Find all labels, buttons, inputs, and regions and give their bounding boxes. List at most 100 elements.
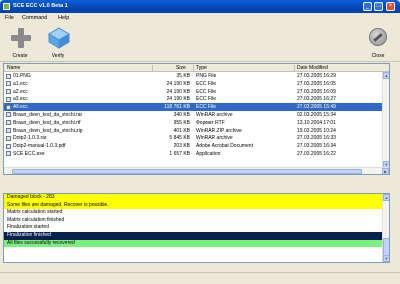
file-rows: 01.PNG 35 KB PNG File 27.03.2005 16:29 a1.ec… xyxy=(4,72,389,158)
file-type: Формат RTF xyxy=(196,119,225,126)
log-line: Damaged block - 283 xyxy=(4,194,389,202)
file-date: 27.03.2005 16:27 xyxy=(297,96,336,103)
file-type: ECC File xyxy=(196,96,217,103)
log-line: Matrix calculation finished xyxy=(4,216,389,225)
table-row[interactable]: Dotp2-manual-1.0.3.pdf 203 KB Adobe Acroba… xyxy=(4,142,389,150)
horizontal-scrollbar[interactable]: ▶ xyxy=(4,167,389,174)
file-size: 24 190 KB xyxy=(166,96,190,103)
file-name: Braun_dven_kod_da_vinchi.rar xyxy=(13,111,83,118)
column-divider[interactable] xyxy=(193,65,194,71)
file-type: ECC File xyxy=(196,104,217,111)
file-type: Adobe Acrobat Document xyxy=(196,143,253,150)
file-type: ECC File xyxy=(196,88,217,95)
close-window-button[interactable]: × xyxy=(386,2,395,11)
table-row[interactable]: Braun_dven_kod_da_vinchi.zip 401 KB WinRAR… xyxy=(4,127,389,135)
minimize-button[interactable]: _ xyxy=(363,2,372,11)
table-row[interactable]: SCE ECC.exe 1 657 KB Application 27.03.2005… xyxy=(4,150,389,158)
column-date[interactable]: Date Modified xyxy=(297,65,328,71)
scroll-thumb[interactable] xyxy=(383,238,389,256)
file-date: 27.03.2005 15:49 xyxy=(297,104,336,111)
menu-bar: File Command Help xyxy=(0,13,400,23)
file-icon xyxy=(6,151,11,157)
log-line: Some files are damaged. Recover is possi… xyxy=(4,201,389,210)
file-type: PNG File xyxy=(196,73,217,79)
menu-help[interactable]: Help xyxy=(58,15,69,21)
table-row[interactable]: Braun_dven_kod_da_vinchi.rar 340 KB WinRAR… xyxy=(4,111,389,119)
scroll-up-icon[interactable]: ▲ xyxy=(383,72,389,79)
vertical-scrollbar[interactable]: ▲ ▼ xyxy=(382,72,389,168)
scroll-down-icon[interactable]: ▼ xyxy=(383,255,389,262)
create-label: Create xyxy=(12,53,28,59)
file-name: Braun_dven_kod_da_vinchi.rtf xyxy=(13,119,81,126)
file-size: 118 761 KB xyxy=(164,104,190,111)
maximize-button[interactable]: □ xyxy=(374,2,383,11)
file-type: WinRAR archive xyxy=(196,135,233,142)
file-date: 27.03.2005 16:29 xyxy=(297,73,336,79)
column-divider[interactable] xyxy=(152,65,153,71)
verify-label: Verify xyxy=(51,53,65,59)
scroll-right-icon[interactable]: ▶ xyxy=(382,168,389,174)
file-name: All.ecc xyxy=(13,104,28,111)
file-size: 203 KB xyxy=(173,143,190,150)
file-icon xyxy=(6,128,11,134)
file-icon xyxy=(6,112,11,118)
file-date: 13.10.2004 17:01 xyxy=(297,119,336,126)
file-date: 19.03.2005 10:24 xyxy=(297,127,336,134)
file-icon xyxy=(6,96,11,102)
close-button[interactable]: Close xyxy=(364,25,392,60)
file-size: 401 KB xyxy=(173,127,190,134)
file-date: 27.03.2005 16:22 xyxy=(297,150,336,157)
column-type[interactable]: Type xyxy=(196,65,207,71)
file-size: 955 KB xyxy=(173,119,190,126)
file-name: SCE ECC.exe xyxy=(13,150,45,157)
file-name: 01.PNG xyxy=(13,73,31,79)
app-icon[interactable] xyxy=(3,3,10,10)
table-row[interactable]: Braun_dven_kod_da_vinchi.rtf 955 KB Формат… xyxy=(4,119,389,127)
verify-button[interactable]: Verify xyxy=(44,25,72,60)
table-row[interactable]: Dotp2-1.0.3.rar 5 845 KB WinRAR archive 27.… xyxy=(4,134,389,142)
file-icon xyxy=(6,104,11,110)
file-type: WinRAR archive xyxy=(196,111,233,118)
table-row[interactable]: a1.ecc 24 190 KB ECC File 27.03.2005 16:05 xyxy=(4,80,389,88)
file-icon xyxy=(6,143,11,149)
file-name: a1.ecc xyxy=(13,80,28,87)
file-icon xyxy=(6,73,11,79)
table-row[interactable]: a2.ecc 24 190 KB ECC File 27.03.2005 16:09 xyxy=(4,88,389,96)
file-date: 27.03.2005 16:34 xyxy=(297,143,336,150)
menu-command[interactable]: Command xyxy=(22,15,47,21)
window-title: SCE ECC v1.0 Beta 1 xyxy=(13,3,68,9)
scroll-up-icon[interactable]: ▲ xyxy=(383,194,389,201)
file-date: 27.03.2005 16:09 xyxy=(297,88,336,95)
file-icon xyxy=(6,81,11,87)
file-name: Dotp2-manual-1.0.3.pdf xyxy=(13,143,66,150)
pane-splitter[interactable] xyxy=(0,176,400,190)
file-date: 27.03.2005 16:33 xyxy=(297,135,336,142)
file-size: 5 845 KB xyxy=(169,135,190,142)
column-size[interactable]: Size xyxy=(176,65,186,71)
scroll-thumb[interactable] xyxy=(12,169,362,174)
close-icon xyxy=(369,28,387,46)
column-name[interactable]: Name xyxy=(7,65,20,71)
file-date: 27.03.2005 16:05 xyxy=(297,80,336,87)
file-icon xyxy=(6,89,11,95)
log-panel: Damaged block - 283 Some files are damage… xyxy=(3,193,390,263)
column-divider[interactable] xyxy=(294,65,295,71)
close-label: Close xyxy=(371,53,385,59)
table-row[interactable]: a3.ecc 24 190 KB ECC File 27.03.2005 16:27 xyxy=(4,95,389,103)
verify-icon xyxy=(48,27,70,49)
log-line: All files successfully recovered xyxy=(4,239,389,248)
menu-file[interactable]: File xyxy=(5,15,14,21)
status-bar xyxy=(0,272,400,284)
file-name: Dotp2-1.0.3.rar xyxy=(13,135,47,142)
file-size: 340 KB xyxy=(173,111,190,118)
file-list[interactable]: Name Size Type Date Modified 01.PNG 35 KB… xyxy=(3,63,390,175)
file-size: 24 190 KB xyxy=(166,80,190,87)
file-size: 35 KB xyxy=(176,73,190,79)
table-row[interactable]: 01.PNG 35 KB PNG File 27.03.2005 16:29 xyxy=(4,72,389,80)
log-scrollbar[interactable]: ▲ ▼ xyxy=(382,194,389,262)
file-type: WinRAR ZIP archive xyxy=(196,127,242,134)
create-button[interactable]: Create xyxy=(6,25,34,60)
file-type: Application xyxy=(196,150,221,157)
file-icon xyxy=(6,135,11,141)
table-row[interactable]: All.ecc 118 761 KB ECC File 27.03.2005 15:4… xyxy=(4,103,389,111)
